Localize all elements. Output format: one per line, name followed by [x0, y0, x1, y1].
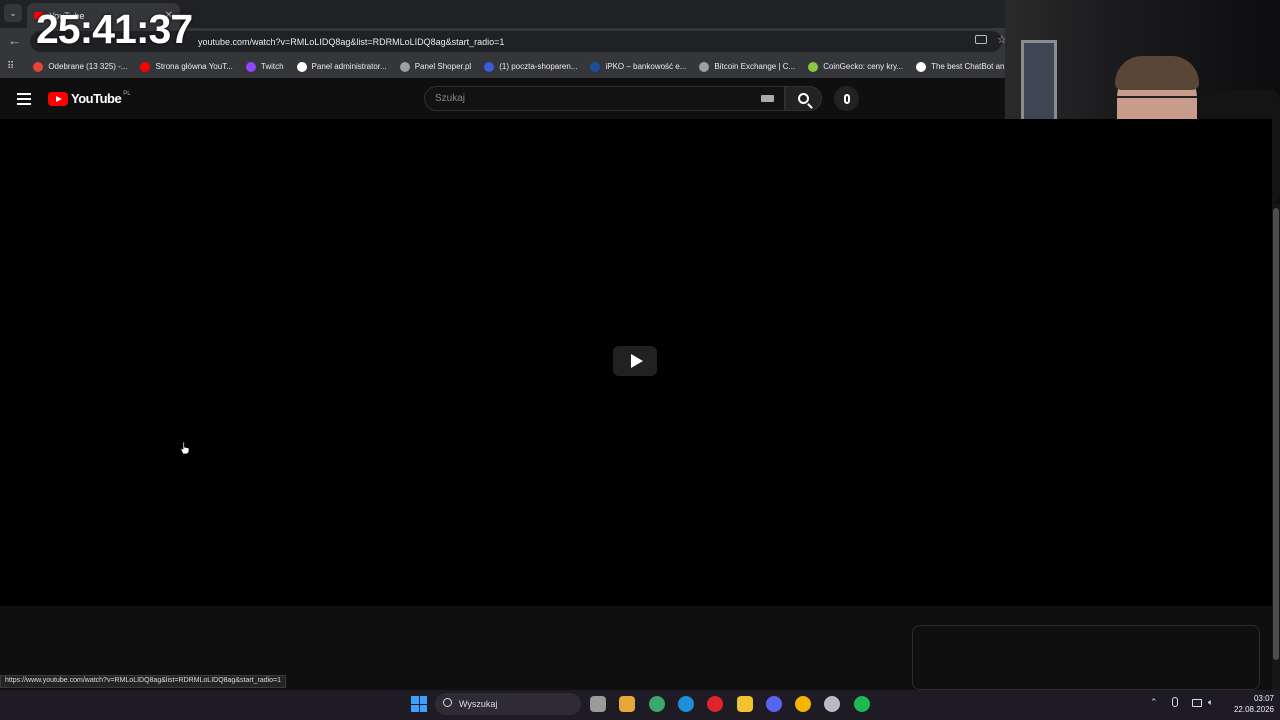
- bookmark-favicon-icon: [245, 61, 256, 72]
- bookmark-label: Strona główna YouT...: [155, 62, 233, 71]
- bookmarks-bar: ⠿ Odebrane (13 325) -... Strona główna Yo…: [0, 55, 1005, 78]
- bookmark-favicon-icon: [33, 61, 44, 72]
- scrollbar-thumb[interactable]: [1273, 208, 1279, 660]
- bookmark-label: The best ChatBot an...: [931, 62, 1005, 71]
- bookmark-item[interactable]: Odebrane (13 325) -...: [33, 61, 128, 72]
- task-view-icon[interactable]: [590, 696, 606, 712]
- tray-network-icon[interactable]: [1192, 699, 1202, 707]
- edge-icon[interactable]: [678, 696, 694, 712]
- bookmark-label: Odebrane (13 325) -...: [48, 62, 128, 71]
- clock-date: 22.08.2026: [1233, 705, 1274, 714]
- region-code: PL: [123, 91, 131, 97]
- tab-search-button[interactable]: ⌄: [4, 4, 22, 22]
- taskbar-search-icon: [443, 698, 452, 707]
- bookmark-favicon-icon: [296, 61, 307, 72]
- search-icon: [798, 93, 809, 104]
- bookmark-item[interactable]: The best ChatBot an...: [916, 61, 1005, 72]
- menu-icon[interactable]: [17, 93, 31, 105]
- microphone-icon: [843, 93, 850, 104]
- bookmark-item[interactable]: Panel administrator...: [296, 61, 387, 72]
- bookmark-favicon-icon: [484, 61, 495, 72]
- bookmark-favicon-icon: [916, 61, 927, 72]
- webcam-person-hair: [1115, 56, 1199, 90]
- spotify-icon[interactable]: [854, 696, 870, 712]
- youtube-logo[interactable]: YouTube PL: [48, 91, 131, 106]
- windows-taskbar: [0, 690, 1280, 720]
- youtube-play-logo-icon: [48, 91, 68, 106]
- keyboard-icon[interactable]: [761, 95, 774, 102]
- bookmark-favicon-icon: [140, 61, 151, 72]
- bookmark-favicon-icon: [399, 61, 410, 72]
- voice-search-button[interactable]: [834, 86, 859, 111]
- play-button[interactable]: [613, 346, 657, 376]
- store-icon[interactable]: [619, 696, 635, 712]
- app-icon-2[interactable]: [824, 696, 840, 712]
- bookmark-item[interactable]: (1) poczta-shoparen...: [484, 61, 578, 72]
- status-bar-url: https://www.youtube.com/watch?v=RMLoLIDQ…: [0, 675, 287, 688]
- bookmark-label: CoinGecko: ceny kry...: [823, 62, 904, 71]
- stream-timer: 25:41:37: [36, 6, 193, 52]
- bookmark-item[interactable]: CoinGecko: ceny kry...: [808, 61, 904, 72]
- tray-microphone-icon[interactable]: [1172, 697, 1178, 707]
- play-icon: [630, 354, 643, 368]
- search-button[interactable]: [785, 86, 822, 111]
- webcam-glasses: [1117, 96, 1197, 114]
- bookmark-item[interactable]: Panel Shoper.pl: [399, 61, 472, 72]
- install-app-icon[interactable]: [975, 35, 987, 44]
- bookmark-favicon-icon: [699, 61, 710, 72]
- chrome-icon[interactable]: [795, 696, 811, 712]
- related-video-card[interactable]: [912, 625, 1260, 690]
- bookmark-label: iPKO – bankowość e...: [605, 62, 687, 71]
- taskbar-search[interactable]: Wyszukaj: [435, 693, 581, 715]
- discord-icon[interactable]: [766, 696, 782, 712]
- app-icon[interactable]: [649, 696, 665, 712]
- bookmark-item[interactable]: iPKO – bankowość e...: [590, 61, 687, 72]
- back-arrow-icon[interactable]: ←: [8, 33, 21, 48]
- bookmark-favicon-icon: [808, 61, 819, 72]
- bookmark-item[interactable]: Bitcoin Exchange | C...: [699, 61, 796, 72]
- search-input[interactable]: Szukaj: [424, 86, 785, 111]
- bookmark-favicon-icon: [590, 61, 601, 72]
- taskbar-clock[interactable]: 03:07 22.08.2026: [1226, 693, 1274, 715]
- windows-start-icon[interactable]: [411, 696, 427, 712]
- hand-cursor-icon: [180, 441, 190, 455]
- explorer-icon[interactable]: [737, 696, 753, 712]
- bookmark-item[interactable]: Strona główna YouT...: [140, 61, 233, 72]
- bookmark-label: (1) poczta-shoparen...: [499, 62, 578, 71]
- apps-grid-icon[interactable]: ⠿: [7, 61, 14, 72]
- youtube-logo-text: YouTube: [71, 91, 122, 106]
- tray-volume-icon[interactable]: 🔈︎: [1208, 697, 1213, 708]
- bookmark-label: Panel administrator...: [311, 62, 387, 71]
- clock-time: 03:07: [1253, 694, 1274, 703]
- bookmark-label: Twitch: [260, 62, 284, 71]
- bookmark-item[interactable]: Twitch: [245, 61, 284, 72]
- tray-chevron-icon[interactable]: ⌃: [1150, 697, 1158, 708]
- opera-icon[interactable]: [707, 696, 723, 712]
- bookmark-label: Bitcoin Exchange | C...: [714, 62, 796, 71]
- bookmark-label: Panel Shoper.pl: [414, 62, 472, 71]
